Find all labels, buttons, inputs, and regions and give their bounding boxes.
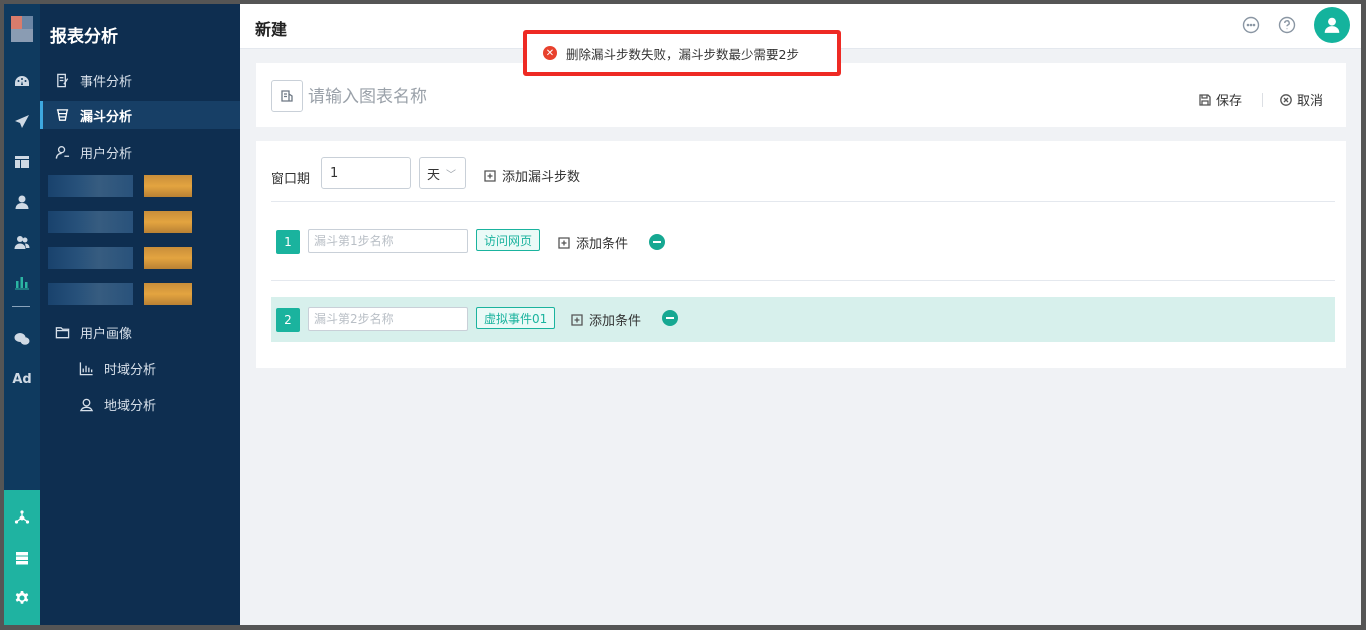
share-icon[interactable]	[4, 506, 40, 530]
add-condition-button[interactable]: 添加条件	[558, 233, 628, 252]
message-icon[interactable]	[1242, 16, 1260, 34]
ad-icon[interactable]: Ad	[4, 367, 40, 391]
sidebar-item-label: 地域分析	[104, 398, 157, 414]
edit-doc-icon	[54, 72, 70, 88]
error-message: 删除漏斗步数失败，漏斗步数最少需要2步	[566, 46, 799, 62]
error-toast: ✕ 删除漏斗步数失败，漏斗步数最少需要2步	[523, 30, 841, 76]
avatar[interactable]	[1314, 7, 1350, 43]
user-outline-icon	[54, 144, 70, 160]
page-title: 新建	[255, 20, 288, 39]
divider	[271, 201, 1335, 202]
close-circle-icon	[1280, 93, 1292, 106]
window-period-input[interactable]	[321, 157, 411, 189]
event-tag[interactable]: 虚拟事件01	[476, 307, 556, 329]
dashboard-icon[interactable]	[4, 70, 40, 94]
sidebar-item-event-analysis[interactable]: 事件分析	[40, 66, 240, 94]
add-icon	[484, 169, 496, 182]
funnel-step-row: 2 虚拟事件01 添加条件	[271, 297, 1335, 342]
sidebar-item-label: 用户画像	[80, 326, 133, 342]
sidebar-item-time-analysis[interactable]: 时域分析	[40, 354, 240, 382]
bar-chart-icon[interactable]	[4, 270, 40, 294]
window-period-label: 窗口期	[271, 172, 311, 187]
add-condition-button[interactable]: 添加条件	[571, 310, 641, 329]
users-icon[interactable]	[4, 230, 40, 254]
window-unit-select[interactable]: 天 ﹀	[419, 157, 466, 189]
redacted-item[interactable]	[48, 211, 193, 233]
sidebar-item-region-analysis[interactable]: 地域分析	[40, 390, 240, 418]
redacted-item[interactable]	[48, 247, 193, 269]
step-name-input[interactable]	[308, 307, 468, 331]
help-icon[interactable]	[1278, 16, 1296, 34]
save-button[interactable]: 保存	[1199, 90, 1242, 109]
sidebar-item-label: 时域分析	[104, 362, 157, 378]
add-funnel-step-button[interactable]: 添加漏斗步数	[484, 166, 580, 185]
error-icon: ✕	[543, 46, 557, 60]
sidebar-title: 报表分析	[50, 27, 118, 47]
layout-icon[interactable]	[4, 150, 40, 174]
step-number-badge: 2	[276, 308, 300, 332]
chevron-down-icon: ﹀	[446, 169, 457, 181]
funnel-step-row: 1 访问网页 添加条件	[271, 219, 1335, 264]
icon-rail: Ad	[4, 4, 40, 625]
wechat-icon[interactable]	[4, 327, 40, 351]
user-avatar-icon	[1324, 17, 1340, 33]
gear-icon[interactable]	[4, 586, 40, 610]
remove-step-icon[interactable]	[649, 234, 665, 250]
user-icon[interactable]	[4, 190, 40, 214]
sidebar: 报表分析 事件分析 漏斗分析 用户分析 用户画像 时域分析 地域分析	[40, 4, 240, 625]
funnel-config-card: 窗口期 天 ﹀ 添加漏斗步数 1 访问网页 添加条件 2 虚拟事件01	[256, 141, 1346, 368]
step-number-badge: 1	[276, 230, 300, 254]
chart-name-input[interactable]	[308, 85, 608, 109]
remove-step-icon[interactable]	[662, 310, 678, 326]
step-name-input[interactable]	[308, 229, 468, 253]
sidebar-item-label: 事件分析	[80, 74, 133, 90]
add-icon	[571, 313, 583, 326]
sidebar-item-funnel-analysis[interactable]: 漏斗分析	[40, 101, 240, 129]
send-icon[interactable]	[4, 110, 40, 134]
event-tag[interactable]: 访问网页	[476, 229, 541, 251]
chart-type-icon[interactable]	[271, 80, 303, 112]
rail-bottom-group	[4, 490, 40, 625]
server-icon[interactable]	[4, 546, 40, 570]
cancel-button[interactable]: 取消	[1280, 90, 1323, 109]
divider	[271, 280, 1335, 281]
sidebar-item-user-analysis[interactable]: 用户分析	[40, 138, 240, 166]
sidebar-item-user-portrait[interactable]: 用户画像	[40, 318, 240, 346]
redacted-item[interactable]	[48, 283, 193, 305]
folder-icon	[54, 324, 70, 340]
histogram-icon	[78, 360, 94, 376]
app-logo	[11, 16, 33, 42]
redacted-item[interactable]	[48, 175, 193, 197]
save-icon	[1199, 93, 1211, 106]
action-divider	[1262, 93, 1263, 107]
app-window: Ad 报表分析 事件分析 漏斗分析 用户分析 用户画像 时域分析 地域分析 新建…	[4, 4, 1361, 625]
add-icon	[558, 236, 570, 249]
funnel-icon	[54, 107, 70, 123]
sidebar-item-label: 漏斗分析	[80, 109, 133, 125]
sidebar-item-label: 用户分析	[80, 146, 133, 162]
location-user-icon	[78, 396, 94, 412]
rail-divider	[12, 306, 30, 307]
